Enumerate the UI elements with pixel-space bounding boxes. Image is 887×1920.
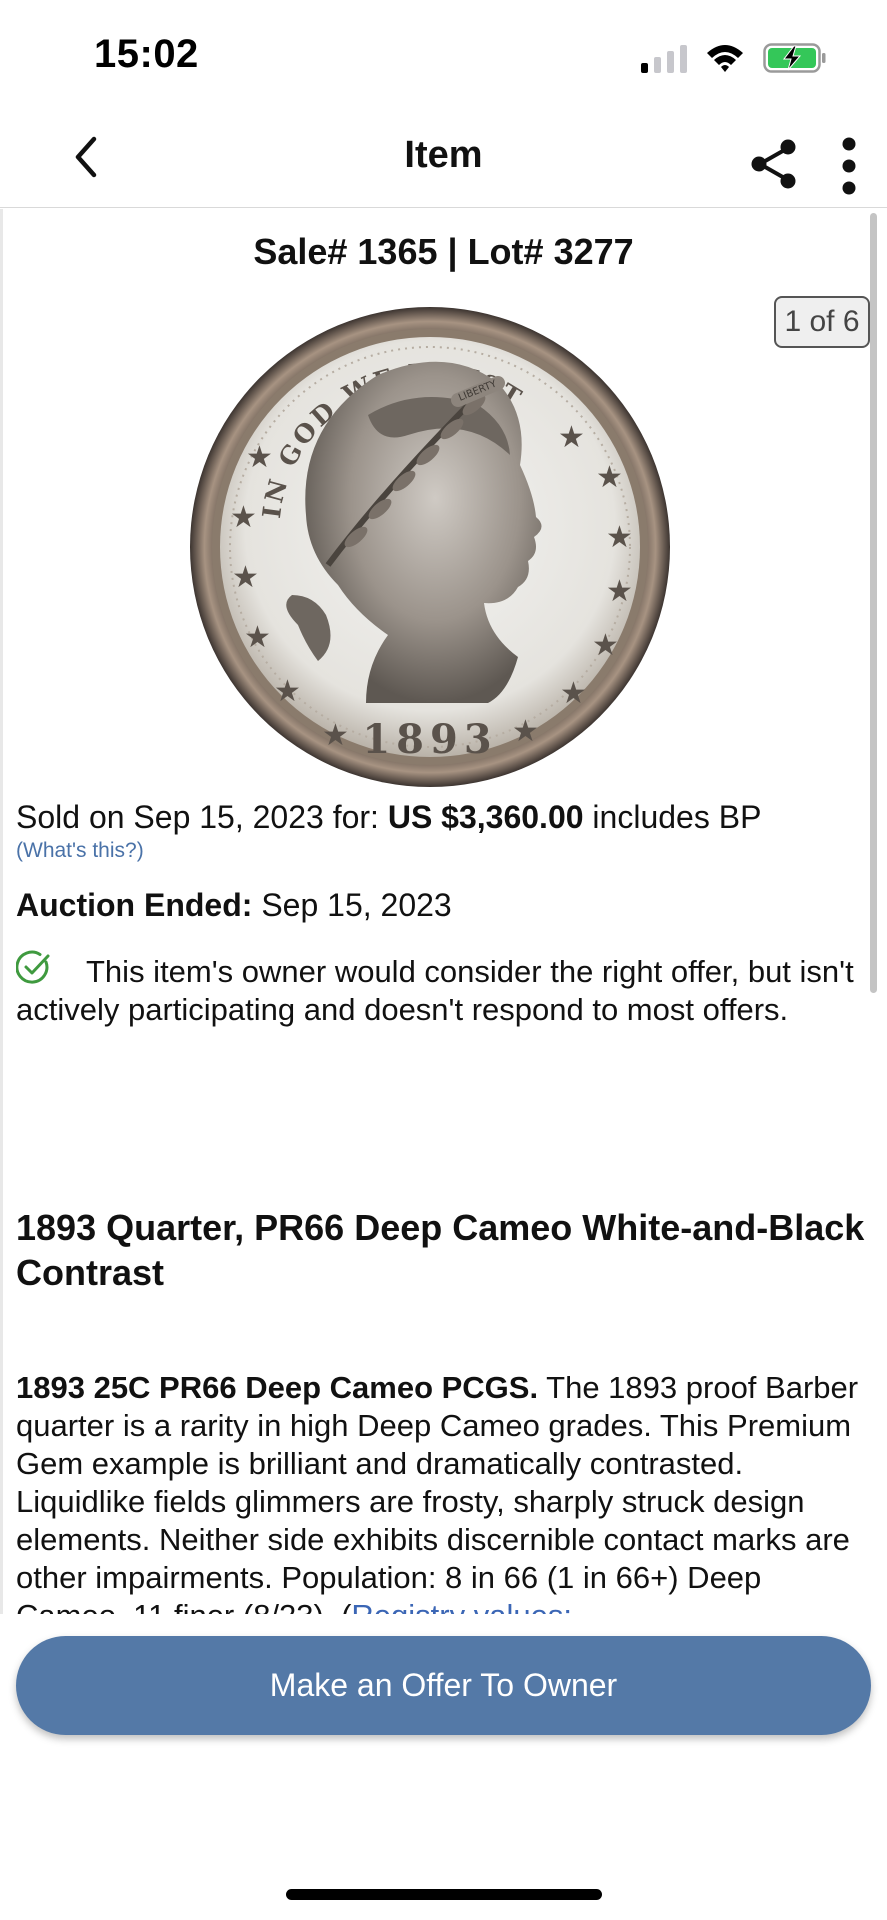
share-button[interactable] xyxy=(748,138,800,190)
svg-text:★: ★ xyxy=(246,440,273,475)
offer-note: This item's owner would consider the rig… xyxy=(16,950,868,1029)
svg-text:★: ★ xyxy=(596,460,623,495)
svg-text:★: ★ xyxy=(230,500,257,535)
whats-this-link[interactable]: (What's this?) xyxy=(16,839,144,863)
more-vertical-icon xyxy=(842,137,856,195)
registry-values-link[interactable]: Registry values: xyxy=(351,1598,572,1614)
auction-ended-label: Auction Ended: xyxy=(16,887,253,923)
nav-bar: Item xyxy=(0,110,887,208)
signal-icon xyxy=(641,43,687,73)
svg-text:★: ★ xyxy=(592,628,619,663)
coin-image[interactable]: IN GOD WE TRUST ★★★ ★★★ ★★★ ★★★ ★ xyxy=(188,305,672,789)
status-icons xyxy=(641,40,827,76)
item-description: 1893 25C PR66 Deep Cameo PCGS. The 1893 … xyxy=(16,1369,876,1614)
sale-lot-heading: Sale# 1365 | Lot# 3277 xyxy=(253,231,634,272)
svg-text:★: ★ xyxy=(558,420,585,455)
wifi-icon xyxy=(707,45,743,72)
svg-text:★: ★ xyxy=(606,574,633,609)
description-heading: 1893 25C PR66 Deep Cameo PCGS. xyxy=(16,1370,539,1405)
item-title: 1893 Quarter, PR66 Deep Cameo White-and-… xyxy=(16,1207,865,1293)
svg-text:★: ★ xyxy=(560,676,587,711)
svg-text:★: ★ xyxy=(322,718,349,753)
svg-text:★: ★ xyxy=(232,560,259,595)
auction-ended: Auction Ended: Sep 15, 2023 xyxy=(16,887,452,924)
sold-suffix: includes BP xyxy=(592,799,762,835)
sold-price: US $3,360.00 xyxy=(387,799,584,835)
coin-illustration: IN GOD WE TRUST ★★★ ★★★ ★★★ ★★★ ★ xyxy=(190,307,670,787)
left-divider xyxy=(0,209,3,1614)
status-bar: 15:02 xyxy=(0,0,887,110)
svg-text:★: ★ xyxy=(274,674,301,709)
share-icon xyxy=(751,139,796,189)
svg-text:★: ★ xyxy=(512,714,539,749)
coin-year: 1893 xyxy=(362,716,497,763)
offer-note-text: This item's owner would consider the rig… xyxy=(16,954,854,1027)
make-offer-button[interactable]: Make an Offer To Owner xyxy=(16,1636,871,1735)
more-options-button[interactable] xyxy=(834,136,864,196)
scrollbar[interactable] xyxy=(870,213,877,993)
svg-text:★: ★ xyxy=(606,520,633,555)
check-circle-icon xyxy=(16,950,50,984)
status-time: 15:02 xyxy=(94,32,199,76)
battery-charging-icon xyxy=(763,43,826,73)
description-text: The 1893 proof Barber quarter is a rarit… xyxy=(16,1370,859,1614)
auction-ended-value: Sep 15, 2023 xyxy=(261,887,452,923)
svg-text:★: ★ xyxy=(244,620,271,655)
item-detail-content[interactable]: Sale# 1365 | Lot# 3277 1 of 6 IN GOD T ★… xyxy=(0,209,887,1614)
sold-summary: Sold on Sep 15, 2023 for: US $3,360.00 i… xyxy=(16,799,761,836)
photo-counter[interactable]: 1 of 6 xyxy=(774,296,870,348)
sold-prefix: Sold on Sep 15, 2023 for: xyxy=(16,799,379,835)
home-indicator[interactable] xyxy=(286,1889,602,1900)
